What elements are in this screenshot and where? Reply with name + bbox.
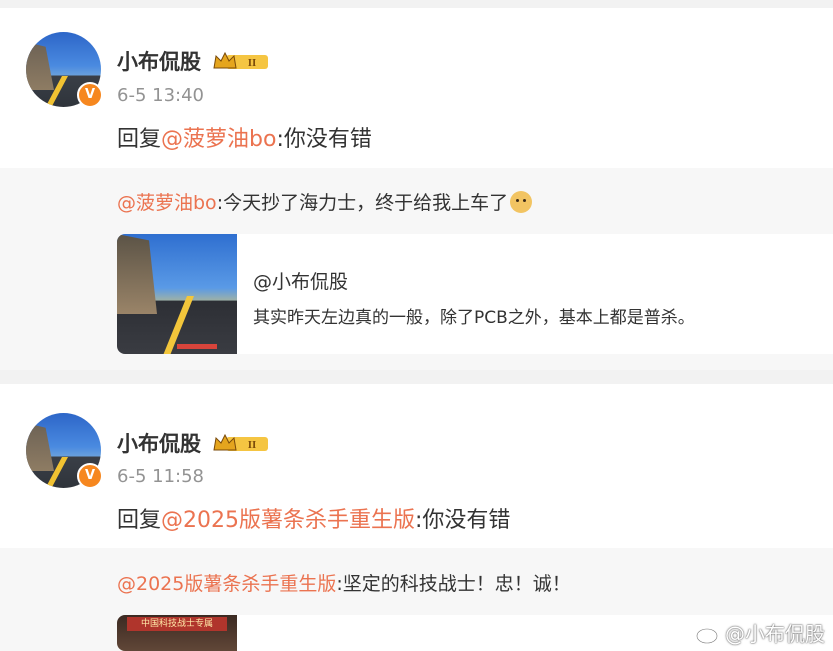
avatar-hill: [26, 423, 54, 471]
timestamp[interactable]: 6-5 13:40: [117, 85, 204, 106]
reply-text: 回复@2025版薯条杀手重生版:你没有错: [117, 502, 510, 534]
thumbnail-banner: 中国科技战士专属: [127, 617, 227, 631]
post-separator: [0, 370, 833, 384]
verified-icon: V: [77, 463, 103, 489]
reply-body: :你没有错: [276, 127, 372, 152]
verified-icon: V: [77, 82, 103, 108]
original-post-card[interactable]: @小布侃股 其实昨天左边真的一般，除了PCB之外，基本上都是普杀。: [117, 234, 833, 354]
quoted-body: :坚定的科技战士！忠！诚！: [336, 573, 571, 595]
reply-mention-link[interactable]: @菠萝油bo: [161, 127, 276, 152]
post-1: V 小布侃股 II 6-5 13:40 回复@菠萝油bo:你没有错 @菠萝油bo…: [0, 0, 833, 370]
quoted-text: @菠萝油bo:今天抄了海力士，终于给我上车了: [117, 188, 533, 215]
avatar-hill: [26, 42, 54, 90]
level-crown-icon: II: [213, 433, 268, 451]
reply-mention-link[interactable]: @2025版薯条杀手重生版: [161, 508, 415, 533]
level-badge-text: II: [248, 57, 257, 69]
reply-prefix: 回复: [117, 508, 162, 533]
doge-emoji-icon: [510, 191, 533, 213]
thumbnail-cliff: [117, 234, 157, 314]
timestamp[interactable]: 6-5 11:58: [117, 466, 204, 487]
quoted-post[interactable]: @菠萝油bo:今天抄了海力士，终于给我上车了 @小布侃股 其实昨天左边真的一般，…: [0, 168, 833, 370]
watermark-text: @小布侃股: [725, 622, 825, 646]
reply-prefix: 回复: [117, 127, 162, 152]
weibo-logo-icon: [696, 625, 723, 644]
thumbnail-road-red: [177, 344, 217, 349]
username[interactable]: 小布侃股: [117, 46, 201, 76]
reply-body: :你没有错: [415, 508, 511, 533]
level-badge-text: II: [248, 439, 257, 451]
weibo-watermark: @小布侃股: [695, 618, 825, 647]
level-crown-icon: II: [213, 51, 268, 69]
card-thumbnail: [117, 234, 237, 354]
username[interactable]: 小布侃股: [117, 428, 201, 458]
quoted-text: @2025版薯条杀手重生版:坚定的科技战士！忠！诚！: [117, 569, 571, 596]
quoted-mention-link[interactable]: @2025版薯条杀手重生版: [117, 573, 336, 595]
card-description: 其实昨天左边真的一般，除了PCB之外，基本上都是普杀。: [253, 308, 695, 328]
quoted-body: :今天抄了海力士，终于给我上车了: [216, 192, 509, 214]
reply-text: 回复@菠萝油bo:你没有错: [117, 121, 372, 153]
card-thumbnail: 中国科技战士专属: [117, 615, 237, 651]
post-2: V 小布侃股 II 6-5 11:58 回复@2025版薯条杀手重生版:你没有错…: [0, 384, 833, 651]
quoted-mention-link[interactable]: @菠萝油bo: [117, 192, 217, 214]
card-author: @小布侃股: [253, 271, 349, 293]
